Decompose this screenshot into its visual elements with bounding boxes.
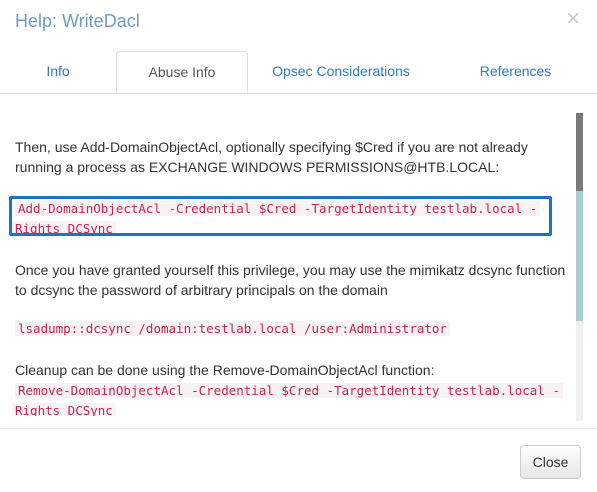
paragraph-dcsync-line2: to dcsync the password of arbitrary prin… [15,282,388,298]
code-text: lsadump::dcsync /domain:testlab.local /u… [15,321,450,336]
tab-content[interactable]: Then, use Add-DomainObjectAcl, optionall… [0,94,576,416]
scrollbar-thumb[interactable] [576,113,583,191]
code-dcsync: lsadump::dcsync /domain:testlab.local /u… [15,319,450,339]
close-icon[interactable]: × [565,9,581,28]
close-button[interactable]: Close [520,445,581,479]
paragraph-add-acl-line1: Then, use Add-DomainObjectAcl, optionall… [15,139,528,155]
paragraph-add-acl-line2: running a process as EXCHANGE WINDOWS PE… [15,159,500,175]
code-text: Rights DCSync [12,403,116,416]
tab-info[interactable]: Info [0,51,116,92]
code-remove-acl-line2: Rights DCSync [12,401,116,416]
highlight-box [9,196,552,236]
scrollbar-thumb-highlight[interactable] [576,191,583,321]
modal-header: Help: WriteDacl × [0,0,597,46]
tab-bar: Info Abuse Info Opsec Considerations Ref… [0,51,597,94]
help-modal: Help: WriteDacl × Info Abuse Info Opsec … [0,0,597,491]
code-text: Remove-DomainObjectAcl -Credential $Cred… [15,383,563,398]
tab-abuse-info[interactable]: Abuse Info [116,51,248,93]
clipped-code-line [14,94,562,100]
modal-footer: Close [0,428,597,492]
tab-references[interactable]: References [434,51,597,92]
modal-title: Help: WriteDacl [15,11,140,31]
code-remove-acl-line1: Remove-DomainObjectAcl -Credential $Cred… [15,381,563,401]
paragraph-dcsync-line1: Once you have granted yourself this priv… [15,262,566,278]
tab-opsec-considerations[interactable]: Opsec Considerations [248,51,434,92]
paragraph-cleanup: Cleanup can be done using the Remove-Dom… [15,362,435,378]
